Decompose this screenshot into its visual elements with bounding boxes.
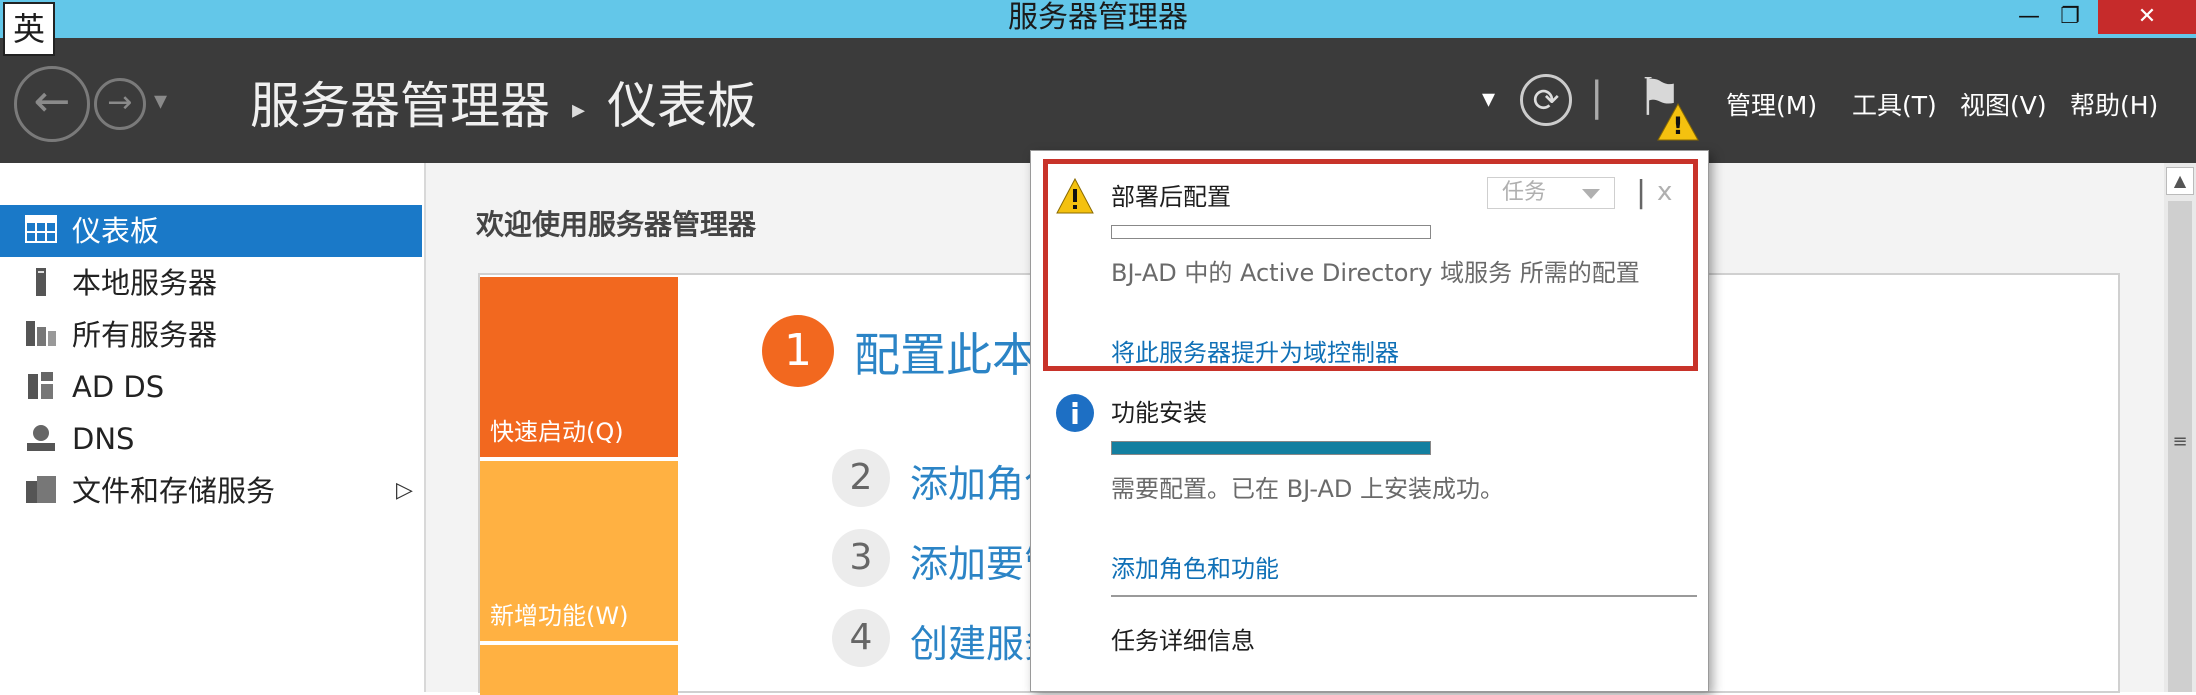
menu-help[interactable]: 帮助(H) bbox=[2070, 86, 2158, 122]
forward-arrow-icon: → bbox=[107, 85, 133, 120]
notification-description: 需要配置。已在 BJ-AD 上安装成功。 bbox=[1111, 475, 1504, 503]
restore-button[interactable]: ❐ bbox=[2040, 0, 2100, 34]
breadcrumb: 服务器管理器 ▸ 仪表板 bbox=[250, 66, 757, 138]
expand-arrow-icon[interactable]: ▷ bbox=[396, 465, 413, 517]
window-title-bar: 服务器管理器 — ❐ ✕ bbox=[0, 0, 2196, 38]
notification-title: 部署后配置 bbox=[1111, 183, 1231, 211]
vertical-scrollbar[interactable]: ▲ ≡ bbox=[2164, 163, 2196, 692]
sidebar: 仪表板 本地服务器 所有服务器 AD DS DNS 文件和存储服务 ▷ bbox=[0, 163, 426, 692]
task-dropdown[interactable]: 任务 bbox=[1487, 177, 1615, 209]
breadcrumb-separator-icon: ▸ bbox=[572, 94, 586, 125]
tile-whats-new[interactable]: 新增功能(W) bbox=[480, 461, 678, 641]
back-arrow-icon: ← bbox=[33, 76, 71, 127]
scroll-thumb[interactable]: ≡ bbox=[2168, 201, 2192, 692]
sidebar-item-dns[interactable]: DNS bbox=[0, 413, 422, 465]
dashboard-icon bbox=[24, 215, 58, 247]
menu-view[interactable]: 视图(V) bbox=[1960, 86, 2047, 122]
forward-button[interactable]: → bbox=[94, 78, 146, 130]
ime-indicator[interactable]: 英 bbox=[3, 2, 55, 56]
progress-bar bbox=[1111, 225, 1431, 239]
breadcrumb-current: 仪表板 bbox=[607, 77, 758, 135]
step-number-4: 4 bbox=[832, 609, 890, 667]
sidebar-item-dashboard[interactable]: 仪表板 bbox=[0, 205, 422, 257]
dismiss-notification-button[interactable]: x bbox=[1657, 177, 1672, 207]
step-number-1: 1 bbox=[762, 315, 834, 387]
progress-fill bbox=[1112, 442, 1430, 454]
refresh-icon[interactable]: ⟳ bbox=[1520, 74, 1572, 126]
warning-icon bbox=[1055, 177, 1095, 217]
sidebar-item-label: DNS bbox=[72, 422, 135, 456]
notifications-popup: 部署后配置 任务 | x BJ-AD 中的 Active Directory 域… bbox=[1030, 150, 1709, 692]
welcome-heading: 欢迎使用服务器管理器 bbox=[476, 208, 757, 241]
back-button[interactable]: ← bbox=[14, 66, 90, 142]
breadcrumb-root[interactable]: 服务器管理器 bbox=[250, 77, 550, 135]
window-title: 服务器管理器 bbox=[1008, 0, 1188, 35]
adds-icon bbox=[24, 371, 58, 403]
notification-title: 功能安装 bbox=[1111, 399, 1207, 427]
sidebar-item-all-servers[interactable]: 所有服务器 bbox=[0, 309, 422, 361]
add-roles-features-link[interactable]: 添加角色和功能 bbox=[1111, 549, 1279, 584]
sidebar-item-file-storage[interactable]: 文件和存储服务 ▷ bbox=[0, 465, 422, 517]
sidebar-item-ad-ds[interactable]: AD DS bbox=[0, 361, 422, 413]
storage-icon bbox=[24, 475, 58, 507]
tile-quick-start[interactable]: 快速启动(Q) bbox=[480, 277, 678, 457]
sidebar-item-label: AD DS bbox=[72, 370, 165, 404]
dns-icon bbox=[24, 423, 58, 455]
notification-description: BJ-AD 中的 Active Directory 域服务 所需的配置 bbox=[1111, 259, 1640, 287]
promote-dc-link[interactable]: 将此服务器提升为域控制器 bbox=[1111, 333, 1399, 368]
sidebar-item-label: 仪表板 bbox=[72, 214, 160, 248]
step-number-3: 3 bbox=[832, 529, 890, 587]
toolbar-divider: | bbox=[1590, 74, 1604, 120]
menu-manage[interactable]: 管理(M) bbox=[1726, 86, 1817, 122]
refresh-dropdown-icon[interactable]: ▾ bbox=[1482, 84, 1495, 114]
warning-icon: ! bbox=[1656, 102, 1700, 142]
history-dropdown-icon[interactable]: ▾ bbox=[154, 86, 167, 116]
progress-bar bbox=[1111, 441, 1431, 455]
sidebar-item-local-server[interactable]: 本地服务器 bbox=[0, 257, 422, 309]
scroll-up-button[interactable]: ▲ bbox=[2166, 167, 2194, 195]
menu-tools[interactable]: 工具(T) bbox=[1852, 86, 1937, 122]
step-link-configure[interactable]: 配置此本 bbox=[854, 319, 1038, 385]
divider bbox=[1111, 595, 1697, 597]
servers-icon bbox=[24, 319, 58, 351]
scroll-grip-icon: ≡ bbox=[2172, 431, 2188, 452]
server-icon bbox=[24, 267, 58, 299]
sidebar-item-label: 文件和存储服务 bbox=[72, 474, 276, 508]
info-icon bbox=[1055, 393, 1095, 433]
chevron-down-icon bbox=[1582, 189, 1600, 199]
tile-learn-more[interactable] bbox=[480, 645, 678, 695]
close-button[interactable]: ✕ bbox=[2098, 0, 2196, 34]
task-details-link[interactable]: 任务详细信息 bbox=[1111, 621, 1255, 656]
sidebar-item-label: 本地服务器 bbox=[72, 266, 218, 300]
step-number-2: 2 bbox=[832, 449, 890, 507]
toolbar: ← → ▾ 服务器管理器 ▸ 仪表板 ▾ ⟳ | ⚑ ! 管理(M) 工具(T) 视… bbox=[0, 38, 2196, 163]
sidebar-item-label: 所有服务器 bbox=[72, 318, 218, 352]
